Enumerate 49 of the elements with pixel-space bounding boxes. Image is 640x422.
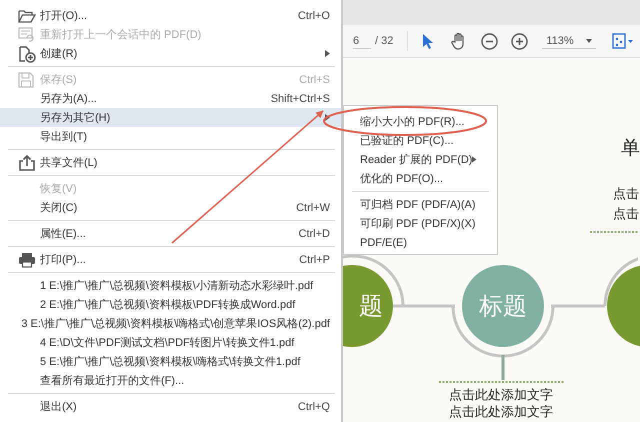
menu-item[interactable]: 2 E:\推广\推广\总视频\资料模板\PDF转换成Word.pdf [0, 295, 341, 314]
page-view-icon[interactable] [612, 33, 634, 49]
menu-item[interactable]: 1 E:\推广\推广\总视频\资料模板\小清新动态水彩绿叶.pdf [0, 276, 341, 295]
title-circle: 题 [343, 265, 393, 347]
menu-item[interactable]: 另存为其它(H) [0, 108, 341, 127]
caret-icon [586, 38, 592, 42]
caption-text: 点击此处添加文字 [449, 403, 553, 421]
menu-item[interactable]: 查看所有最近打开的文件(F)... [0, 371, 341, 390]
menu-item[interactable]: 缩小大小的 PDF(R)... [344, 112, 497, 131]
body-text: 点击 [613, 185, 639, 203]
connector-line [502, 355, 504, 380]
menu-item[interactable]: 4 E:\D\文件\PDF测试文档\PDF转图片\转换文件1.pdf [0, 333, 341, 352]
menu-item[interactable]: 已验证的 PDF(C)... [344, 131, 497, 150]
circle-arc [604, 254, 638, 306]
dotted-line [590, 231, 638, 233]
menu-item[interactable]: 导出到(T) [0, 127, 341, 146]
printer-icon [18, 252, 36, 268]
title-circle: 标题 [462, 265, 544, 347]
document-add-icon [18, 44, 36, 62]
menu-item[interactable]: 关闭(C) Ctrl+W [0, 198, 341, 217]
menu-item[interactable]: 可归档 PDF (PDF/A)(A) [344, 195, 497, 214]
cursor-icon[interactable] [422, 33, 434, 49]
menu-item[interactable]: 创建(R) [0, 44, 341, 63]
zoom-out-icon[interactable] [481, 32, 498, 50]
save-icon [18, 72, 34, 88]
menu-item[interactable]: 退出(X) Ctrl+Q [0, 397, 341, 416]
page-total: / 32 [375, 35, 394, 47]
menu-item[interactable]: 5 E:\推广\推广\总视频\资料模板\嗨格式\转换文件1.pdf [0, 352, 341, 371]
folder-icon [18, 8, 36, 22]
menu-item[interactable]: 共享文件(L) [0, 153, 341, 172]
body-text: 点击 [613, 205, 639, 223]
caption-text: 点击此处添加文字 [449, 386, 553, 404]
heading-text: 单 [621, 137, 640, 161]
menu-item[interactable]: 3 E:\推广\推广\总视频\资料模板\嗨格式\创意苹果IOS风格(2).pdf [0, 314, 341, 333]
menu-item[interactable]: 另存为(A)... Shift+Ctrl+S [0, 89, 341, 108]
connector-line [393, 304, 455, 308]
share-icon [18, 154, 36, 170]
zoom-in-icon[interactable] [511, 32, 528, 50]
zoom-dropdown[interactable]: 113% [542, 34, 596, 48]
menu-item[interactable]: 打开(O)... Ctrl+O [0, 6, 341, 25]
connector-line [551, 304, 605, 308]
menu-item[interactable]: 属性(E)... Ctrl+D [0, 224, 341, 243]
menu-item[interactable]: 可印刷 PDF (PDF/X)(X) [344, 214, 497, 233]
menu-item[interactable]: Reader 扩展的 PDF(D) [344, 150, 497, 169]
page-number-field[interactable]: 6 [353, 34, 371, 48]
document-reload-icon [18, 26, 36, 42]
menu-item[interactable]: 打印(P)... Ctrl+P [0, 250, 341, 269]
menu-item[interactable]: 优化的 PDF(O)... [344, 169, 497, 188]
menu-item[interactable]: PDF/E(E) [344, 233, 497, 252]
